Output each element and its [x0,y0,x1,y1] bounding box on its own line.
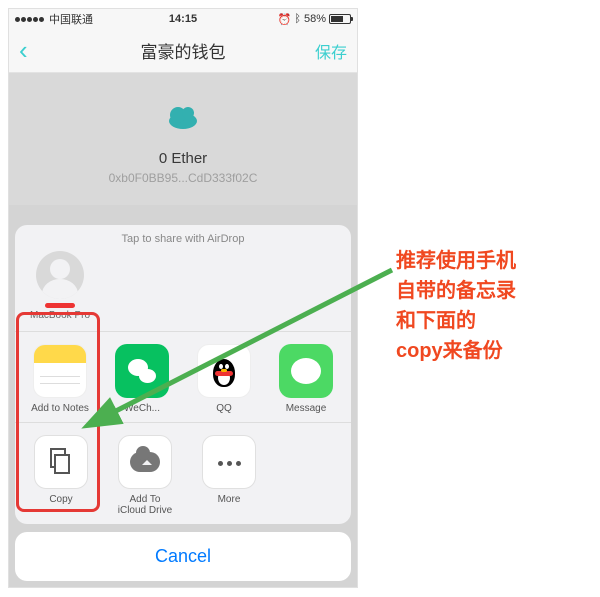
action-label: Copy [21,494,101,505]
more-icon [202,435,256,489]
icloud-icon [118,435,172,489]
battery-icon [329,14,351,24]
share-action-more[interactable]: More [189,435,269,516]
share-action-copy[interactable]: Copy [21,435,101,516]
share-app-wechat[interactable]: WeCh... [103,344,181,414]
share-action-icloud[interactable]: Add To iCloud Drive [105,435,185,516]
cancel-label: Cancel [155,546,211,566]
share-sheet: Tap to share with AirDrop MacBook Pro Ad… [15,225,351,581]
app-label: Message [267,403,345,414]
airdrop-hint: Tap to share with AirDrop [15,233,351,245]
wechat-icon [115,344,169,398]
airdrop-section: Tap to share with AirDrop MacBook Pro [15,225,351,332]
app-label: Add to Notes [21,403,99,414]
share-app-notes[interactable]: Add to Notes [21,344,99,414]
share-app-qq[interactable]: QQ [185,344,263,414]
copy-icon [34,435,88,489]
action-label: More [189,494,269,505]
airdrop-target-label: MacBook Pro [25,310,95,321]
clock-label: 14:15 [9,13,357,25]
page-title: 富豪的钱包 [9,38,357,63]
action-label: Add To iCloud Drive [105,494,185,516]
status-bar: 中国联通 14:15 ⏰ ᛒ 58% [9,9,357,29]
share-apps-row: Add to Notes WeCh... QQ Message [15,332,351,422]
annotation-text: 推荐使用手机 自带的备忘录 和下面的 copy来备份 [396,246,516,366]
share-app-message[interactable]: Message [267,344,345,414]
nav-bar: ‹ 富豪的钱包 保存 [9,29,357,73]
avatar-icon [36,251,84,299]
share-actions-row: Copy Add To iCloud Drive More [15,422,351,524]
notes-icon [33,344,87,398]
airdrop-target[interactable]: MacBook Pro [25,251,95,321]
phone-frame: 中国联通 14:15 ⏰ ᛒ 58% ‹ 富豪的钱包 保存 0 Ether 0x… [8,8,358,588]
app-label: WeCh... [103,403,181,414]
message-icon [279,344,333,398]
airdrop-status-icon [45,303,75,308]
app-label: QQ [185,403,263,414]
cancel-button[interactable]: Cancel [15,532,351,581]
qq-icon [197,344,251,398]
